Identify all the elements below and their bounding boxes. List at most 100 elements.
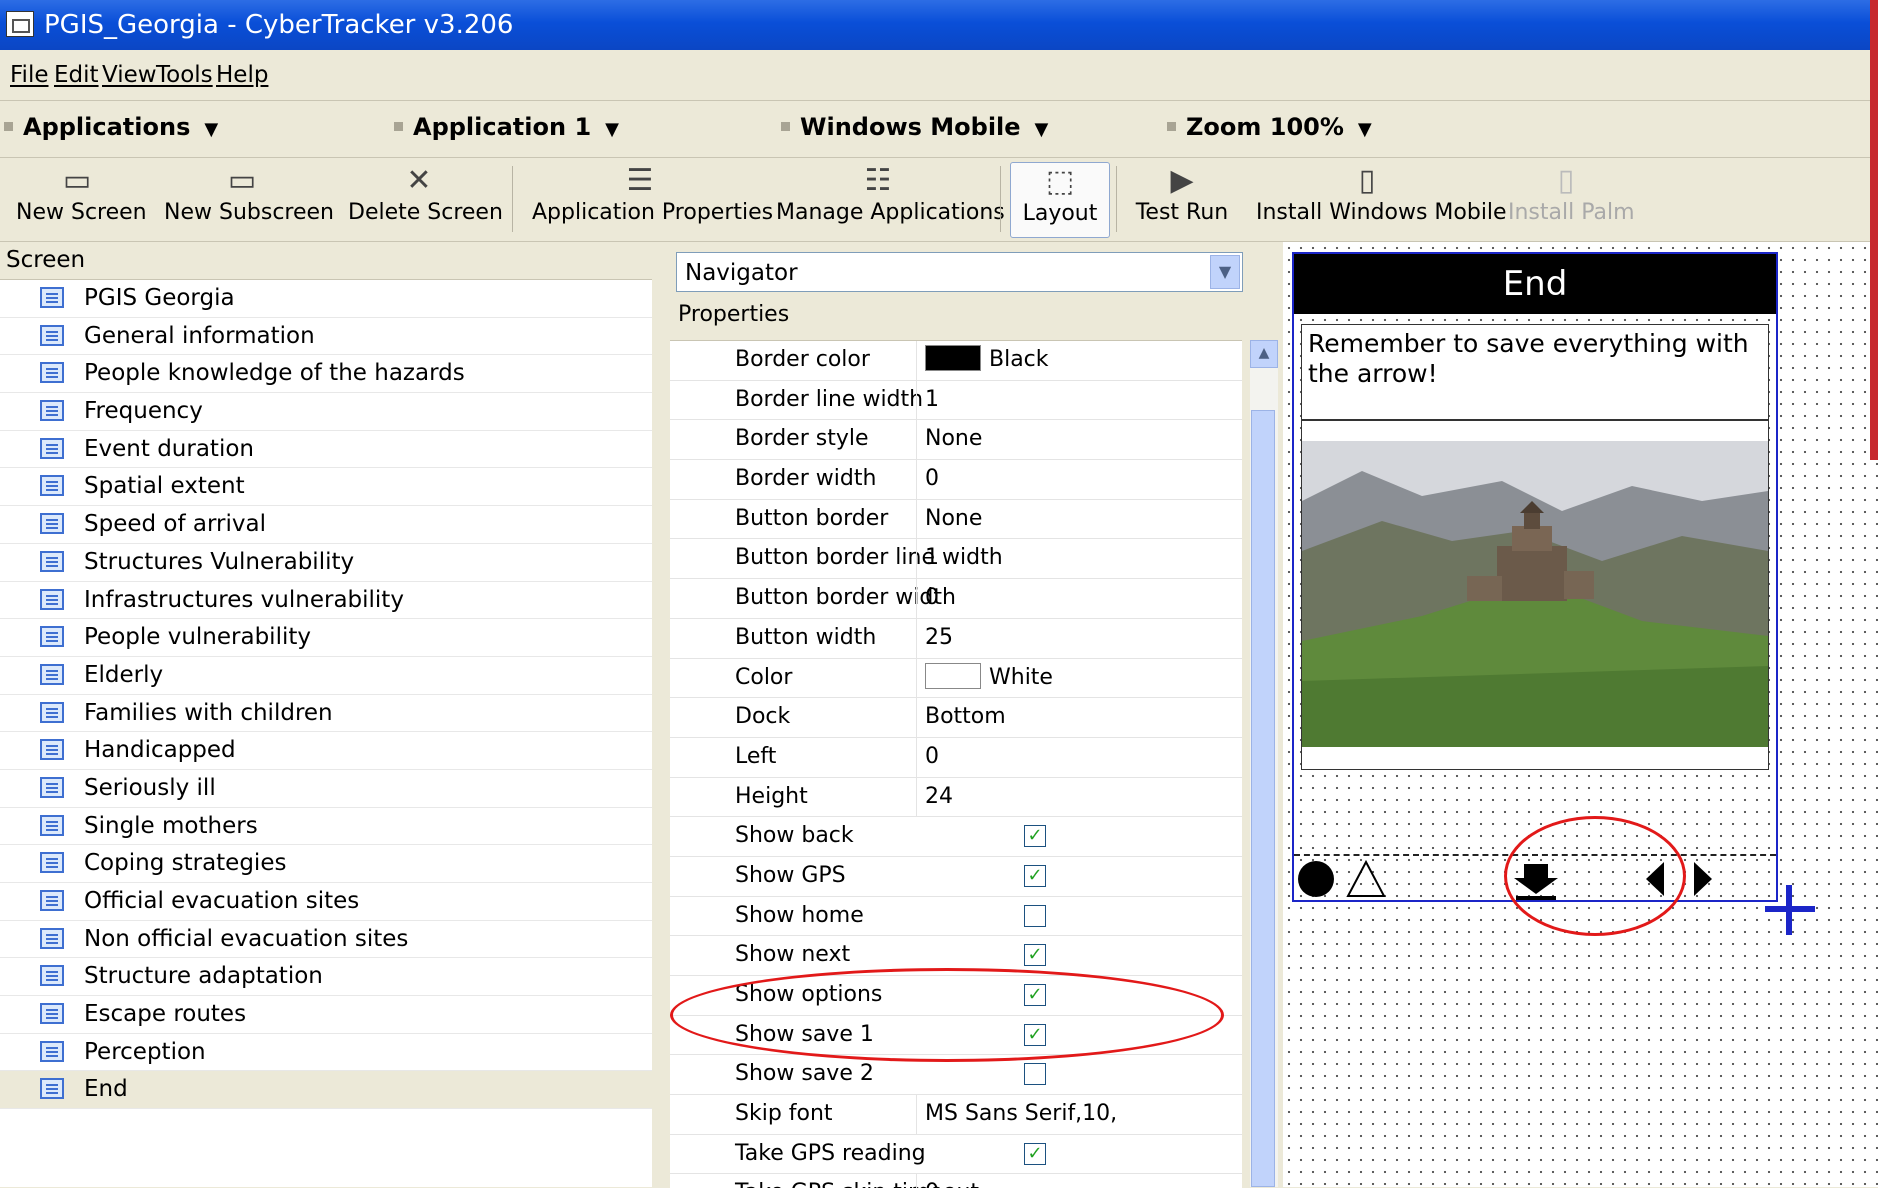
zoom-dropdown[interactable]: Zoom 100% ▼ (1167, 113, 1372, 141)
property-value[interactable]: None (916, 420, 1145, 460)
screen-list-item[interactable]: General information (0, 318, 652, 356)
property-row[interactable]: Button border line width 1 (670, 539, 1242, 580)
test-run-button[interactable]: ▶ Test Run (1134, 162, 1230, 236)
screen-list-item[interactable]: Single mothers (0, 808, 652, 846)
applications-dropdown[interactable]: Applications ▼ (4, 113, 218, 141)
screen-list-item[interactable]: Perception (0, 1034, 652, 1072)
delete-screen-button[interactable]: ✕ Delete Screen (348, 162, 503, 236)
property-value[interactable]: 0 (916, 579, 1145, 618)
screen-icon (40, 927, 64, 949)
property-row[interactable]: Height 24 (670, 777, 1242, 818)
chevron-down-icon: ▼ (204, 119, 219, 140)
menu-file[interactable]: File (10, 62, 49, 88)
property-row[interactable]: Button border None (670, 499, 1242, 540)
property-row[interactable]: Take GPS skip timeout0 (670, 1174, 1242, 1188)
property-row[interactable]: Color White (670, 658, 1242, 699)
scroll-thumb[interactable] (1251, 410, 1275, 1187)
property-row[interactable]: Border width 0 (670, 460, 1242, 500)
property-value[interactable]: 1 (916, 380, 1145, 420)
menu-view[interactable]: View (102, 62, 157, 88)
screen-list-item[interactable]: Handicapped (0, 732, 652, 770)
menu-help[interactable]: Help (216, 62, 268, 88)
new-subscreen-button[interactable]: ▭ New Subscreen (164, 162, 334, 236)
property-row[interactable]: Show back ✓ (670, 817, 1242, 857)
new-screen-button[interactable]: ▭ New Screen (16, 162, 147, 236)
property-value[interactable]: None (916, 499, 1145, 539)
property-checkbox[interactable]: ✓ (1024, 944, 1046, 967)
screen-list-item[interactable]: Structure adaptation (0, 958, 652, 997)
new-subscreen-label: New Subscreen (164, 200, 334, 225)
application-dropdown[interactable]: Application 1 ▼ (394, 113, 619, 141)
property-row[interactable]: Dock Bottom (670, 698, 1242, 738)
screen-list-item[interactable]: PGIS Georgia (0, 280, 652, 318)
screen-list-item[interactable]: Non official evacuation sites (0, 921, 652, 959)
property-value[interactable]: MS Sans Serif,10, (916, 1095, 1145, 1134)
property-value[interactable]: 25 (916, 618, 1145, 658)
property-row[interactable]: Border color Black (670, 341, 1242, 381)
install-palm-button[interactable]: ▯ Install Palm (1508, 162, 1635, 236)
install-windows-mobile-button[interactable]: ▯ Install Windows Mobile (1256, 162, 1507, 236)
property-row[interactable]: Border line width 1 (670, 380, 1242, 421)
platform-dropdown[interactable]: Windows Mobile ▼ (781, 113, 1048, 141)
property-value[interactable]: 0 (916, 460, 1145, 499)
property-name: Border width (735, 466, 877, 492)
screen-list-item[interactable]: Elderly (0, 657, 652, 695)
property-value[interactable]: 0 (916, 1174, 1145, 1188)
property-value[interactable]: Bottom (916, 698, 1145, 737)
property-value[interactable]: 0 (916, 737, 1145, 777)
property-value[interactable]: White (916, 658, 1145, 698)
phone-screen-preview[interactable]: End Remember to save everything with the… (1292, 252, 1778, 902)
screen-list-item[interactable]: End (0, 1071, 652, 1110)
property-row[interactable]: Border style None (670, 420, 1242, 461)
screen-list-item[interactable]: Escape routes (0, 996, 652, 1034)
property-checkbox[interactable]: ✓ (1024, 825, 1046, 848)
screen-list-item[interactable]: Families with children (0, 695, 652, 733)
property-row[interactable]: Skip font MS Sans Serif,10, (670, 1095, 1242, 1135)
mobile-device-icon: ▯ (1358, 163, 1376, 198)
landscape-photo[interactable] (1301, 420, 1769, 770)
property-row[interactable]: Button width 25 (670, 618, 1242, 659)
highlight-circle-save-button (1504, 816, 1686, 936)
property-value[interactable]: Black (916, 341, 1145, 380)
screen-list-item[interactable]: Seriously ill (0, 770, 652, 808)
panel-splitter[interactable] (652, 242, 666, 1187)
property-checkbox[interactable] (1024, 1063, 1046, 1086)
property-value[interactable]: 1 (916, 539, 1145, 579)
object-selector[interactable]: Navigator ▼ (676, 252, 1243, 292)
property-row[interactable]: Take GPS reading ✓ (670, 1135, 1242, 1175)
property-row[interactable]: Button border width 0 (670, 579, 1242, 619)
menu-edit[interactable]: Edit (54, 62, 99, 88)
property-scrollbar[interactable]: ▲ (1250, 340, 1278, 1187)
scroll-up-icon[interactable]: ▲ (1250, 340, 1278, 368)
screen-list-item[interactable]: Frequency (0, 393, 652, 431)
preview-message[interactable]: Remember to save everything with the arr… (1301, 324, 1769, 420)
screen-list-item[interactable]: Spatial extent (0, 468, 652, 507)
home-icon (1298, 861, 1334, 897)
toolbar-separator (1116, 166, 1117, 232)
screen-list-item[interactable]: People knowledge of the hazards (0, 355, 652, 394)
screen-list-item[interactable]: People vulnerability (0, 619, 652, 657)
property-row[interactable]: Show home (670, 897, 1242, 937)
screen-list-item[interactable]: Official evacuation sites (0, 883, 652, 921)
chevron-down-icon[interactable]: ▼ (1210, 255, 1240, 289)
layout-button[interactable]: ⬚ Layout (1010, 162, 1110, 238)
property-value[interactable]: 24 (916, 777, 1145, 817)
screen-icon (40, 1003, 64, 1025)
menu-tools[interactable]: Tools (156, 62, 213, 88)
screen-list-panel: Screen PGIS Georgia General information Pe… (0, 242, 652, 1187)
application-properties-button[interactable]: ☰ Application Properties (532, 162, 773, 236)
property-row[interactable]: Show GPS ✓ (670, 857, 1242, 897)
layout-canvas[interactable]: End Remember to save everything with the… (1283, 242, 1878, 1187)
screen-list-item[interactable]: Structures Vulnerability (0, 544, 652, 582)
screen-list-item[interactable]: Speed of arrival (0, 506, 652, 544)
screen-list-item[interactable]: Event duration (0, 431, 652, 469)
property-name: Show GPS (735, 862, 846, 888)
screen-list-item[interactable]: Coping strategies (0, 845, 652, 883)
property-checkbox[interactable]: ✓ (1024, 864, 1046, 887)
property-checkbox[interactable]: ✓ (1024, 1142, 1046, 1165)
property-checkbox[interactable] (1024, 904, 1046, 927)
property-row[interactable]: Left 0 (670, 737, 1242, 778)
delete-screen-label: Delete Screen (348, 200, 503, 225)
screen-list-item[interactable]: Infrastructures vulnerability (0, 582, 652, 620)
manage-applications-button[interactable]: ☷ Manage Applications (776, 162, 1005, 236)
